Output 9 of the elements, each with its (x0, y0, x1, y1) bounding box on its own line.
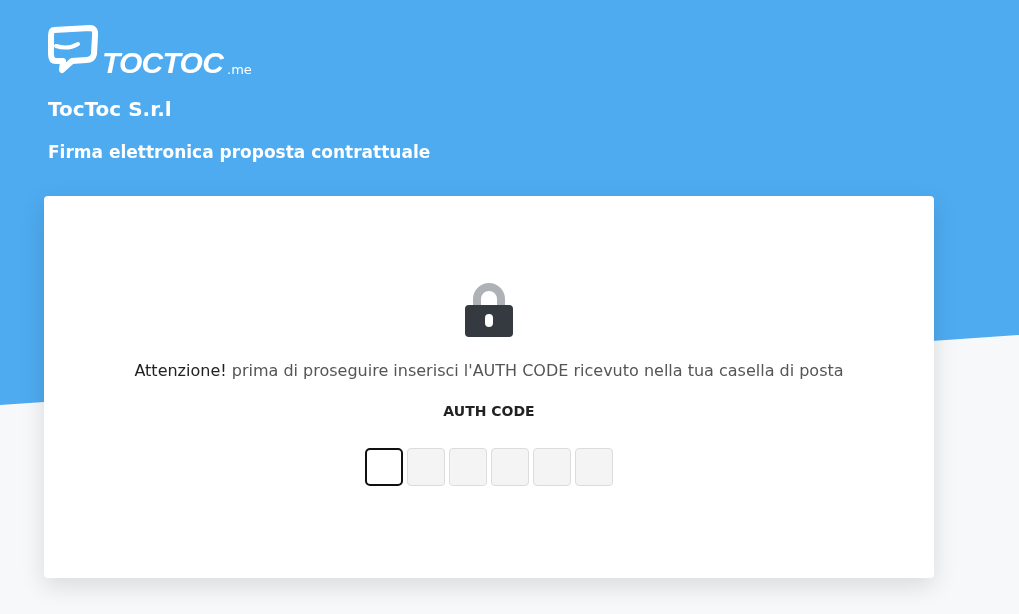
logo-suffix: .me (227, 63, 252, 76)
code-digit-field[interactable] (365, 448, 403, 486)
page-subtitle: Firma elettronica proposta contrattuale (48, 141, 432, 164)
company-name: TocToc S.r.l (48, 96, 173, 123)
padlock-icon (463, 281, 515, 339)
code-label: AUTH CODE (443, 402, 535, 421)
speech-bubble-icon (48, 24, 98, 76)
logo-wordmark: TOCTOC (102, 48, 224, 78)
notice-text: Attenzione! prima di proseguire inserisci l'AUTH CODE ricevuto nella tua casella di posta (134, 360, 844, 382)
